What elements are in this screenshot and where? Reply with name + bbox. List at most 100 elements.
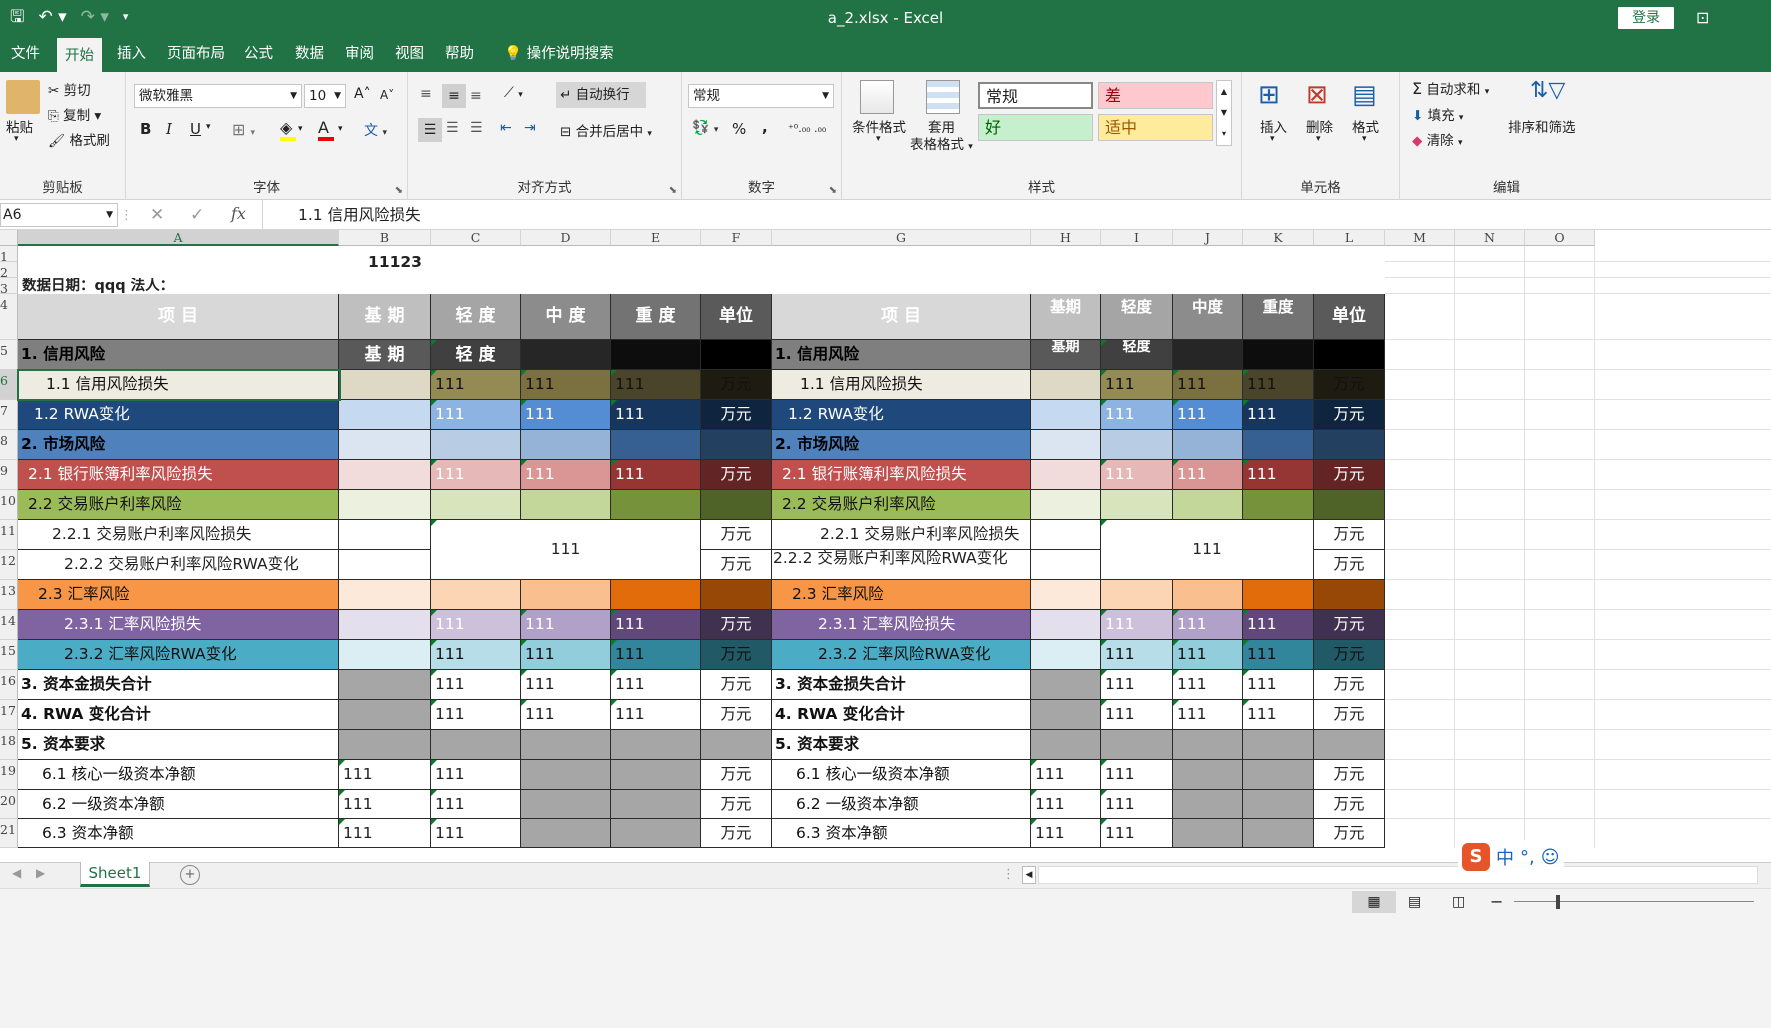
cell[interactable] [1031,550,1101,580]
border-icon[interactable]: ⊞ ▾ [232,120,255,139]
column-header-m[interactable]: M [1385,230,1455,246]
cell[interactable] [1173,760,1243,790]
cell[interactable]: 111 [339,819,431,848]
sort-filter-button[interactable]: 排序和筛选 [1508,116,1576,136]
cell[interactable] [611,490,701,520]
cell[interactable] [1031,430,1101,460]
conditional-format-button[interactable]: 条件格式 [852,116,906,136]
cell[interactable]: 111 [1101,610,1173,640]
cell[interactable]: 111 [611,460,701,490]
cell[interactable] [1101,580,1173,610]
cell[interactable] [1031,700,1101,730]
merged-value-cell[interactable]: 111 [431,520,701,580]
login-button[interactable]: 登录 [1618,7,1674,29]
format-dropdown-icon[interactable]: ▾ [1362,134,1367,144]
sheet-tab-sheet1[interactable]: Sheet1 [80,862,150,887]
header-item[interactable]: 项 目 [772,294,1031,340]
cell[interactable]: 111 [431,790,521,819]
cell[interactable]: 111 [1173,610,1243,640]
enter-entry-icon[interactable]: ✓ [190,205,204,225]
header-base[interactable]: 基 期 [339,294,431,340]
cell[interactable] [1031,370,1101,400]
cell[interactable] [339,460,431,490]
cell[interactable]: 万元 [1314,550,1385,580]
row-header-21[interactable]: 21 [0,819,18,848]
cell[interactable]: 111 [1101,790,1173,819]
row-header-16[interactable]: 16 [0,670,18,700]
accounting-format-icon[interactable]: 💱 ▾ [692,120,718,136]
cell[interactable]: 111 [431,700,521,730]
header-unit[interactable]: 单位 [1314,294,1385,340]
cell[interactable] [1173,340,1243,370]
row-header-18[interactable]: 18 [0,730,18,760]
cell[interactable]: 111 [1173,670,1243,700]
cell[interactable]: 111 [1101,460,1173,490]
cell[interactable] [431,730,521,760]
cell[interactable] [1101,430,1173,460]
item-r9[interactable]: 2.1 银行账簿利率风险损失 [18,460,339,490]
tab-insert[interactable]: 插入 [109,36,154,72]
cell[interactable] [1243,790,1314,819]
normal-view-icon[interactable]: ▦ [1352,891,1396,913]
insert-function-icon[interactable]: fx [231,204,246,223]
row-header-7[interactable]: 7 [0,400,18,430]
decrease-indent-icon[interactable]: ⇤ [500,120,512,136]
cell[interactable]: 万元 [1314,700,1385,730]
cell[interactable]: 111 [431,640,521,670]
cell[interactable] [1314,430,1385,460]
cell[interactable] [1031,640,1101,670]
comma-button[interactable]: , [762,118,768,136]
header-light[interactable]: 轻 度 [431,294,521,340]
number-format-select[interactable]: 常规 ▼ [688,84,834,108]
percent-button[interactable]: % [732,120,746,138]
cell[interactable] [1314,730,1385,760]
cell[interactable]: 轻度 [1101,340,1173,370]
column-header-e[interactable]: E [611,230,701,246]
cell[interactable]: 万元 [701,760,772,790]
item-r14[interactable]: 2.3.1 汇率风险损失 [18,610,339,640]
cell[interactable] [1101,730,1173,760]
style-good[interactable]: 好 [978,114,1093,141]
row-header-17[interactable]: 17 [0,700,18,730]
row-header-13[interactable]: 13 [0,580,18,610]
cell[interactable]: 111 [521,700,611,730]
wrap-text-button[interactable]: ↵ 自动换行 [556,82,646,108]
insert-cells-icon[interactable]: ⊞ [1258,80,1280,110]
ime-punctuation-icon[interactable]: °, [1520,847,1535,868]
cell[interactable]: 111 [611,370,701,400]
cell[interactable] [339,430,431,460]
font-color-icon[interactable]: A [318,118,334,141]
item-r15[interactable]: 2.3.2 汇率风险RWA变化 [18,640,339,670]
cell[interactable] [1031,610,1101,640]
align-middle-icon[interactable]: ≡ [442,84,466,108]
header-mid[interactable]: 中度 [1173,294,1243,340]
cut-button[interactable]: ✂ 剪切 [48,79,91,99]
cell[interactable]: 万元 [1314,819,1385,848]
cell[interactable]: 万元 [1314,790,1385,819]
column-header-k[interactable]: K [1243,230,1314,246]
cell[interactable] [339,640,431,670]
cell[interactable] [1243,430,1314,460]
cell[interactable]: 111 [611,700,701,730]
cell[interactable] [339,610,431,640]
row-header-9[interactable]: 9 [0,460,18,490]
cell[interactable] [1173,730,1243,760]
cell[interactable] [611,430,701,460]
item-r8[interactable]: 2. 市场风险 [772,430,1031,460]
cell[interactable] [521,760,611,790]
title-cell[interactable]: 11123 [18,246,772,278]
fill-color-icon[interactable]: ◈ [280,118,296,141]
cell[interactable]: 111 [1031,819,1101,848]
cell[interactable] [431,430,521,460]
item-r11[interactable]: 2.2.1 交易账户利率风险损失 [772,520,1031,550]
delete-cells-icon[interactable]: ⊠ [1306,80,1328,110]
cell[interactable] [701,580,772,610]
cell[interactable] [431,490,521,520]
cell[interactable]: 111 [1173,640,1243,670]
item-r12[interactable]: 2.2.2 交易账户利率风险RWA变化 [18,550,339,580]
cell[interactable]: 万元 [1314,400,1385,430]
cell[interactable]: 111 [521,670,611,700]
cell[interactable] [611,790,701,819]
row-header-6[interactable]: 6 [0,370,18,400]
item-r7[interactable]: 1.2 RWA变化 [772,400,1031,430]
